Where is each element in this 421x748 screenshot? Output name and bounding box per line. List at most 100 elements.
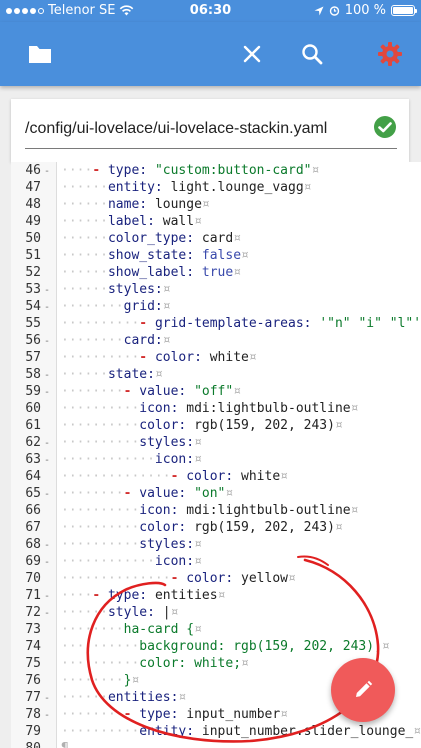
code-line[interactable]: 65- ········- value: "on"¤ xyxy=(11,485,421,502)
code-text: ······styles:¤ xyxy=(53,281,171,298)
line-number: 64 xyxy=(25,469,41,484)
fold-toggle-icon[interactable]: - xyxy=(41,588,53,605)
code-line[interactable]: 67 ··········color: rgb(159, 202, 243)¤ xyxy=(11,519,421,536)
end-of-line-marker: ¤ xyxy=(194,622,202,637)
code-line[interactable]: 71- ····- type: entities¤ xyxy=(11,587,421,604)
search-button[interactable] xyxy=(294,36,330,72)
code-token: - xyxy=(92,163,108,178)
code-token: light.lounge_vagg xyxy=(170,180,304,195)
code-text: ········- value: "on"¤ xyxy=(53,485,233,502)
code-line[interactable]: 73 ········ha-card {¤ xyxy=(11,621,421,638)
end-of-line-marker: ¤ xyxy=(233,231,242,246)
whitespace-marker: ······ xyxy=(61,248,108,263)
code-line[interactable]: 72- ······style: |¤ xyxy=(11,604,421,621)
pencil-icon xyxy=(356,680,373,697)
line-number: 51 xyxy=(25,248,41,263)
fold-toggle-icon[interactable]: - xyxy=(41,554,53,571)
end-of-line-marker: ¤ xyxy=(194,537,202,552)
code-line[interactable]: 59- ········- value: "off"¤ xyxy=(11,383,421,400)
code-line[interactable]: 63- ············icon:¤ xyxy=(11,451,421,468)
location-icon xyxy=(314,6,324,15)
whitespace-marker: ········ xyxy=(61,299,124,314)
fold-toggle-icon[interactable]: - xyxy=(41,605,53,622)
code-token: color: white; xyxy=(139,656,242,671)
code-text: ··········styles:¤ xyxy=(53,536,202,553)
code-token: white xyxy=(241,469,281,484)
line-number: 47 xyxy=(25,180,41,195)
code-line[interactable]: 61 ··········color: rgb(159, 202, 243)¤ xyxy=(11,417,421,434)
code-text: ······entities:¤ xyxy=(53,689,186,706)
code-line[interactable]: 56- ········card:¤ xyxy=(11,332,421,349)
settings-button[interactable] xyxy=(372,36,408,72)
gear-icon xyxy=(378,42,402,66)
code-token: grid: xyxy=(123,299,163,314)
code-line[interactable]: 51 ······show_state: false¤ xyxy=(11,247,421,264)
code-line[interactable]: 60 ··········icon: mdi:lightbulb-outline¤ xyxy=(11,400,421,417)
fold-toggle-icon[interactable]: - xyxy=(41,486,53,503)
code-text: ··········- color: white¤ xyxy=(53,349,257,366)
fold-toggle-icon[interactable]: - xyxy=(41,163,53,180)
code-line[interactable]: 80 ¶ xyxy=(11,740,421,748)
whitespace-marker: ···· xyxy=(61,588,93,603)
end-of-line-marker: ¤ xyxy=(241,248,249,263)
code-token: mdi:lightbulb-outline xyxy=(186,401,351,416)
line-number: 60 xyxy=(25,401,41,416)
code-line[interactable]: 47 ······entity: light.lounge_vagg¤ xyxy=(11,179,421,196)
line-number: 65 xyxy=(25,486,41,501)
code-line[interactable]: 70 ··············- color: yellow¤ xyxy=(11,570,421,587)
code-token: lounge xyxy=(154,197,202,212)
end-of-line-marker: ¤ xyxy=(194,435,202,450)
code-line[interactable]: 62- ··········styles:¤ xyxy=(11,434,421,451)
fold-toggle-icon[interactable]: - xyxy=(41,707,53,724)
code-line[interactable]: 48 ······name: lounge¤ xyxy=(11,196,421,213)
code-line[interactable]: 74 ··········background: rgb(159, 202, 24… xyxy=(11,638,421,655)
code-line[interactable]: 68- ··········styles:¤ xyxy=(11,536,421,553)
fold-toggle-icon[interactable]: - xyxy=(41,299,53,316)
fold-toggle-icon[interactable]: - xyxy=(41,333,53,350)
code-line[interactable]: 57 ··········- color: white¤ xyxy=(11,349,421,366)
fold-toggle-icon[interactable]: - xyxy=(41,384,53,401)
whitespace-marker: ······ xyxy=(61,214,108,229)
code-token: color: xyxy=(186,469,242,484)
fold-toggle-icon[interactable]: - xyxy=(41,537,53,554)
close-button[interactable] xyxy=(234,36,270,72)
code-text: ······style: |¤ xyxy=(53,604,178,621)
fold-toggle-icon[interactable]: - xyxy=(41,452,53,469)
code-line[interactable]: 49 ······label: wall¤ xyxy=(11,213,421,230)
code-line[interactable]: 64 ··············- color: white¤ xyxy=(11,468,421,485)
line-number: 59 xyxy=(25,384,41,399)
code-token: name: xyxy=(107,197,155,212)
code-line[interactable]: 66 ··········icon: mdi:lightbulb-outline¤ xyxy=(11,502,421,519)
folder-button[interactable] xyxy=(22,36,58,72)
code-line[interactable]: 55 ··········- grid-template-areas: '"n" … xyxy=(11,315,421,332)
code-text: ··········styles:¤ xyxy=(53,434,202,451)
code-line[interactable]: 53- ······styles:¤ xyxy=(11,281,421,298)
whitespace-marker: ········ xyxy=(61,622,124,637)
code-line[interactable]: 54- ········grid:¤ xyxy=(11,298,421,315)
end-of-line-marker: ¤ xyxy=(241,656,249,671)
code-line[interactable]: 79 ··········entity: input_number.slider_… xyxy=(11,723,421,740)
code-line[interactable]: 46- ····- type: "custom:button-card"¤ xyxy=(11,162,421,179)
end-of-line-marker: ¤ xyxy=(217,588,226,603)
code-text: ······entity: light.lounge_vagg¤ xyxy=(53,179,311,196)
fold-toggle-icon[interactable]: - xyxy=(41,690,53,707)
whitespace-marker: ············ xyxy=(61,554,155,569)
edit-fab[interactable] xyxy=(331,658,395,722)
status-right: 100 % xyxy=(314,3,417,18)
line-number: 52 xyxy=(25,265,41,280)
end-of-line-marker: ¤ xyxy=(162,333,171,348)
code-line[interactable]: 58- ······state:¤ xyxy=(11,366,421,383)
code-token: "off" xyxy=(194,384,234,399)
code-token: entity: xyxy=(107,180,171,195)
line-number: 71 xyxy=(25,588,41,603)
fold-toggle-icon[interactable]: - xyxy=(41,435,53,452)
code-token: color: xyxy=(139,520,195,535)
code-line[interactable]: 69- ············icon:¤ xyxy=(11,553,421,570)
code-line[interactable]: 52 ······show_label: true¤ xyxy=(11,264,421,281)
file-path-input[interactable] xyxy=(25,113,397,149)
fold-toggle-icon[interactable]: - xyxy=(41,367,53,384)
code-line[interactable]: 50 ······color_type: card¤ xyxy=(11,230,421,247)
line-number: 68 xyxy=(25,537,41,552)
code-token: false xyxy=(201,248,242,263)
fold-toggle-icon[interactable]: - xyxy=(41,282,53,299)
